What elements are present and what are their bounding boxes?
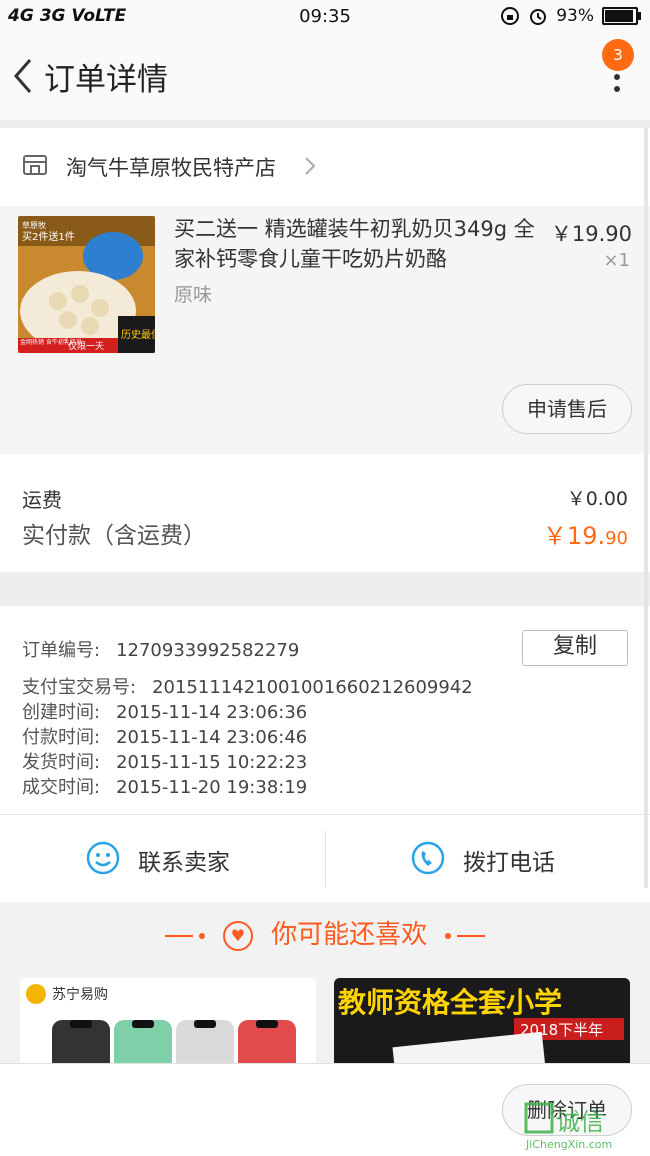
product-quantity: ×1 — [603, 250, 630, 271]
phone-icon — [411, 841, 445, 875]
completed-time-line: 成交时间: 2015-11-20 19:38:19 — [22, 773, 307, 799]
alipay-trade-value: 2015111421001001660212609942 — [152, 677, 473, 698]
recommendations: ♥ 你可能还喜欢 苏宁易购 教师资格全套小学 2018下半年 — [0, 902, 650, 1072]
heart-icon: ♥ — [222, 920, 253, 951]
fee-summary: 运费 ￥0.00 实付款（含运费） ￥19.90 — [0, 454, 650, 572]
product-price: ￥19.90 — [550, 222, 632, 246]
image-badge-bottom: 仅限一天 — [68, 340, 104, 352]
completed-time-label: 成交时间: — [22, 777, 101, 798]
order-number-line: 订单编号: 1270933992582279 — [22, 636, 299, 662]
shipped-time-label: 发货时间: — [22, 752, 101, 773]
copy-button[interactable]: 复制 — [522, 630, 628, 666]
rotation-lock-icon — [501, 7, 520, 25]
product-spec: 原味 — [174, 284, 213, 306]
contact-seller-button[interactable]: 联系卖家 — [0, 815, 325, 903]
product-item[interactable]: 草原牧 买2件送1件 金网热销 含牛初乳奶贝 仅限一天 历史最低 买二送一 精选… — [0, 206, 650, 454]
notification-badge: 3 — [602, 39, 634, 71]
recommend-card[interactable]: 苏宁易购 — [20, 978, 316, 1070]
paid-value-main: ￥19. — [542, 522, 606, 550]
shipping-value: ￥0.00 — [566, 488, 628, 510]
section-divider — [0, 572, 650, 606]
paid-label: 实付款（含运费） — [22, 523, 206, 549]
contact-bar: 联系卖家 拨打电话 — [0, 814, 650, 903]
order-number-label: 订单编号: — [22, 640, 101, 661]
paid-value-decimal: 90 — [605, 528, 628, 549]
chat-icon — [86, 841, 120, 875]
image-badge-top: 买2件送1件 — [22, 230, 75, 243]
order-number-value: 1270933992582279 — [116, 640, 300, 661]
completed-time-value: 2015-11-20 19:38:19 — [116, 777, 308, 798]
created-time-line: 创建时间: 2015-11-14 23:06:36 — [22, 698, 307, 724]
contact-seller-label: 联系卖家 — [138, 850, 230, 876]
store-row[interactable]: 淘气牛草原牧民特产店 — [0, 128, 650, 206]
paid-time-label: 付款时间: — [22, 727, 101, 748]
back-arrow-icon[interactable] — [10, 56, 38, 96]
created-time-value: 2015-11-14 23:06:36 — [116, 702, 308, 723]
watermark-url: JiChengXin.com — [525, 1138, 612, 1151]
recommend-title: 你可能还喜欢 — [271, 920, 428, 950]
paid-time-line: 付款时间: 2015-11-14 23:06:46 — [22, 723, 307, 749]
bottom-action-bar: 删除订单 诚信 JiChengXin.com — [0, 1063, 650, 1156]
alipay-trade-line: 支付宝交易号: 2015111421001001660212609942 — [22, 673, 473, 699]
shipped-time-line: 发货时间: 2015-11-15 10:22:23 — [22, 748, 307, 774]
chevron-right-icon — [305, 157, 316, 175]
after-sale-button[interactable]: 申请售后 — [502, 384, 632, 434]
shipped-time-value: 2015-11-15 10:22:23 — [116, 752, 308, 773]
watermark-text: 诚信 — [556, 1108, 604, 1136]
page-title: 订单详情 — [44, 62, 168, 98]
shipping-label: 运费 — [22, 488, 62, 512]
scrollbar[interactable] — [644, 128, 648, 888]
order-info: 订单编号: 1270933992582279 复制 支付宝交易号: 20151114… — [0, 606, 650, 814]
status-bar: 4G 3G VoLTE 09:35 93% — [0, 0, 650, 34]
watermark-logo: 诚信 JiChengXin.com — [524, 1102, 612, 1151]
alipay-trade-label: 支付宝交易号: — [22, 677, 137, 698]
battery-icon — [602, 7, 641, 25]
recommend-card[interactable]: 教师资格全套小学 2018下半年 — [334, 978, 630, 1070]
product-title: 买二送一 精选罐装牛初乳奶贝349g 全家补钙零食儿童干吃奶片奶酪 — [174, 217, 535, 271]
call-phone-label: 拨打电话 — [463, 850, 555, 876]
paid-value: ￥19.90 — [543, 516, 628, 551]
battery-percent: 93% — [556, 6, 594, 26]
created-time-label: 创建时间: — [22, 702, 101, 723]
card-brand: 苏宁易购 — [52, 986, 108, 1003]
call-phone-button[interactable]: 拨打电话 — [325, 815, 650, 903]
image-badge-corner: 历史最低 — [121, 328, 155, 341]
recommend-heading: ♥ 你可能还喜欢 — [0, 914, 650, 951]
navigation-bar: 订单详情 3 — [0, 34, 650, 120]
paid-time-value: 2015-11-14 23:06:46 — [116, 727, 308, 748]
store-name: 淘气牛草原牧民特产店 — [66, 156, 276, 180]
status-right: 93% — [500, 6, 641, 26]
card-title: 教师资格全套小学 — [338, 986, 562, 1019]
store-icon — [23, 155, 47, 175]
section-divider — [0, 120, 650, 128]
alarm-icon — [530, 9, 547, 25]
image-brand: 草原牧 — [22, 220, 46, 230]
product-image: 草原牧 买2件送1件 金网热销 含牛初乳奶贝 仅限一天 历史最低 — [18, 216, 155, 353]
